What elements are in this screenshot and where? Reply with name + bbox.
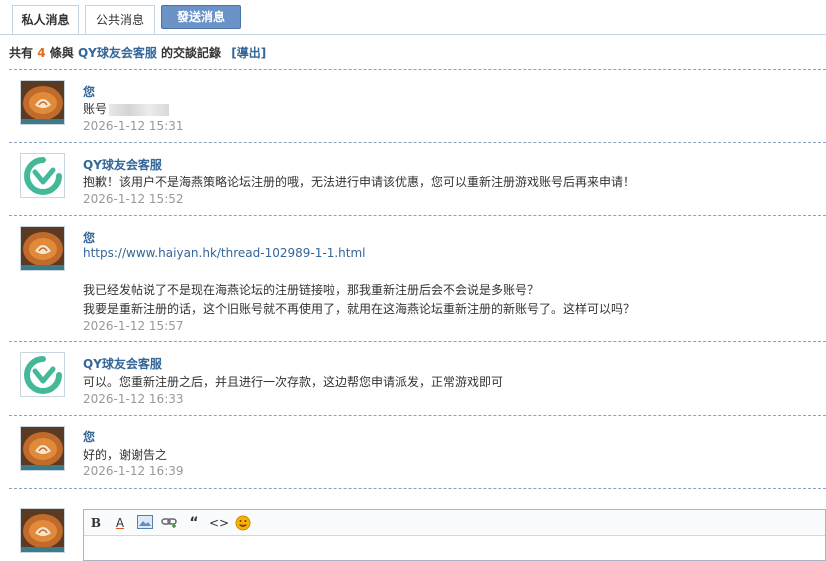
- message-text: 抱歉！该用户不是海燕策略论坛注册的哦，无法进行申请该优惠，您可以重新注册游戏账号…: [83, 175, 636, 189]
- divider: [9, 415, 826, 416]
- summary-suffix: 的交談記錄: [161, 46, 222, 60]
- message-time: 2026-1-12 15:57: [83, 319, 184, 333]
- tab-public-messages[interactable]: 公共消息: [85, 5, 155, 35]
- my-avatar[interactable]: [20, 508, 65, 553]
- message-text: 可以。您重新注册之后，并且进行一次存款，这边帮您申请派发，正常游戏即可: [83, 375, 504, 389]
- redacted-blur: [109, 103, 170, 116]
- message-time: 2026-1-12 15:52: [83, 192, 184, 206]
- divider: [9, 341, 826, 342]
- tab-underline: [0, 34, 826, 35]
- avatar[interactable]: [20, 426, 65, 471]
- divider: [9, 488, 826, 489]
- tab-bar: 私人消息 公共消息 發送消息: [0, 0, 826, 36]
- quote-icon[interactable]: “: [185, 515, 203, 531]
- message-text-line: 我已经发帖说了不是现在海燕论坛的注册链接啦，那我重新注册后会不会说是多账号？: [83, 283, 540, 297]
- divider: [9, 142, 826, 143]
- avatar[interactable]: [20, 80, 65, 125]
- font-color-icon[interactable]: A: [111, 515, 129, 531]
- bold-icon[interactable]: B: [87, 515, 105, 531]
- message-text: 账号: [83, 100, 170, 117]
- message-author[interactable]: 您: [83, 428, 95, 445]
- divider: [9, 215, 826, 216]
- message-text: 好的，谢谢告之: [83, 448, 168, 462]
- export-link[interactable]: [導出]: [231, 46, 266, 60]
- latte-avatar-icon: [21, 227, 64, 270]
- avatar[interactable]: [20, 153, 65, 198]
- image-icon[interactable]: [136, 515, 154, 531]
- summary-middle: 條與: [49, 46, 74, 60]
- summary-count: 4: [37, 46, 46, 60]
- message-time: 2026-1-12 15:31: [83, 119, 184, 133]
- latte-avatar-icon: [21, 509, 64, 552]
- link-glyph: [161, 518, 177, 528]
- send-message-button[interactable]: 發送消息: [161, 5, 241, 29]
- reply-editor[interactable]: B A “ <>: [83, 509, 826, 561]
- summary-prefix: 共有: [9, 46, 34, 60]
- link-icon[interactable]: [161, 515, 179, 531]
- message-time: 2026-1-12 16:33: [83, 392, 184, 406]
- message-author[interactable]: QY球友会客服: [83, 156, 162, 173]
- message-author[interactable]: 您: [83, 83, 95, 100]
- conversation-summary: 共有 4 條與 QY球友会客服 的交談記錄 [導出]: [9, 44, 266, 61]
- avatar[interactable]: [20, 226, 65, 271]
- editor-toolbar: B A “ <>: [84, 510, 825, 536]
- service-logo-icon: [21, 154, 64, 197]
- code-icon[interactable]: <>: [209, 515, 229, 531]
- message-time: 2026-1-12 16:39: [83, 464, 184, 478]
- tab-private-messages[interactable]: 私人消息: [12, 5, 79, 35]
- thread-link[interactable]: https://www.haiyan.hk/thread-102989-1-1.…: [83, 246, 366, 260]
- smiley-glyph: [235, 515, 251, 531]
- latte-avatar-icon: [21, 81, 64, 124]
- summary-contact-link[interactable]: QY球友会客服: [78, 46, 157, 60]
- avatar[interactable]: [20, 352, 65, 397]
- smiley-icon[interactable]: [234, 515, 252, 531]
- message-text-line: 我要是重新注册的话，这个旧账号就不再使用了，就用在这海燕论坛重新注册的新账号了。…: [83, 302, 636, 316]
- message-author[interactable]: QY球友会客服: [83, 355, 162, 372]
- message-author[interactable]: 您: [83, 229, 95, 246]
- message-text-line: 账号: [83, 102, 108, 116]
- latte-avatar-icon: [21, 427, 64, 470]
- image-glyph: [137, 515, 153, 529]
- service-logo-icon: [21, 353, 64, 396]
- divider: [9, 69, 826, 70]
